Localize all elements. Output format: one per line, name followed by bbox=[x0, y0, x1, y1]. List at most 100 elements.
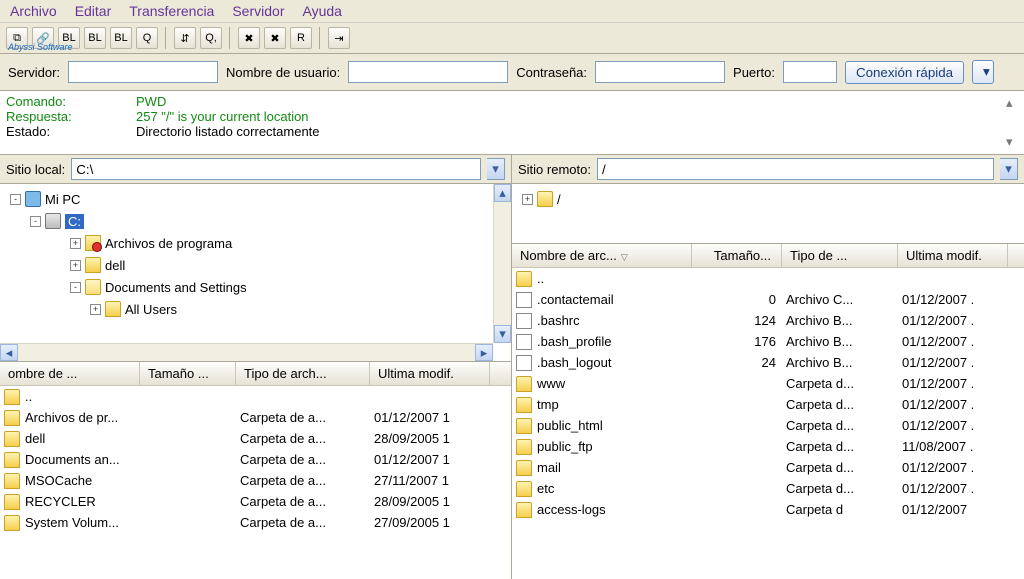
toolbar-button-6[interactable]: ⇵ bbox=[174, 27, 196, 49]
file-name: .bash_logout bbox=[537, 355, 611, 370]
tree-node-label[interactable]: dell bbox=[105, 258, 125, 273]
tree-node[interactable]: + Archivos de programa bbox=[6, 232, 507, 254]
scroll-right-icon[interactable]: ▸ bbox=[475, 344, 493, 361]
column-header[interactable]: ombre de ... bbox=[0, 362, 140, 385]
file-name: access-logs bbox=[537, 502, 606, 517]
tree-node-label[interactable]: All Users bbox=[125, 302, 177, 317]
tree-node[interactable]: - Documents and Settings bbox=[6, 276, 507, 298]
pass-input[interactable] bbox=[595, 61, 725, 83]
file-type: Carpeta d... bbox=[786, 439, 902, 454]
tree-expander[interactable]: - bbox=[70, 282, 81, 293]
file-name: MSOCache bbox=[25, 473, 92, 488]
file-modified: 01/12/2007 . bbox=[902, 313, 1012, 328]
list-item[interactable]: Archivos de pr...Carpeta de a...01/12/20… bbox=[0, 407, 511, 428]
file-name: dell bbox=[25, 431, 45, 446]
tree-expander[interactable]: + bbox=[90, 304, 101, 315]
log-text: PWD bbox=[136, 94, 166, 109]
list-item[interactable]: System Volum...Carpeta de a...27/09/2005… bbox=[0, 512, 511, 533]
column-header[interactable]: Tamaño... bbox=[692, 244, 782, 267]
list-item[interactable]: mailCarpeta d...01/12/2007 . bbox=[512, 457, 1024, 478]
tree-node-label[interactable]: Mi PC bbox=[45, 192, 80, 207]
toolbar-button-5[interactable]: Q bbox=[136, 27, 158, 49]
toolbar-button-9[interactable]: ✖ bbox=[264, 27, 286, 49]
tree-expander[interactable]: + bbox=[70, 260, 81, 271]
tree-expander[interactable]: - bbox=[30, 216, 41, 227]
tree-node[interactable]: + dell bbox=[6, 254, 507, 276]
tree-node-label[interactable]: / bbox=[557, 192, 561, 207]
watermark-text: Abyssi Software bbox=[8, 42, 73, 52]
list-item[interactable]: .bash_profile176Archivo B...01/12/2007 . bbox=[512, 331, 1024, 352]
tree-node[interactable]: - Mi PC bbox=[6, 188, 507, 210]
toolbar-button-4[interactable]: BL bbox=[110, 27, 132, 49]
scroll-up-icon[interactable]: ▴ bbox=[1006, 95, 1020, 111]
list-item[interactable]: .. bbox=[0, 386, 511, 407]
file-modified: 28/09/2005 1 bbox=[374, 494, 494, 509]
remote-tree[interactable]: + / bbox=[512, 184, 1024, 244]
file-type: Carpeta de a... bbox=[240, 473, 374, 488]
list-item[interactable]: access-logsCarpeta d01/12/2007 bbox=[512, 499, 1024, 520]
tree-node[interactable]: - C: bbox=[6, 210, 507, 232]
scroll-down-icon[interactable]: ▾ bbox=[494, 325, 511, 343]
list-item[interactable]: .contactemail0Archivo C...01/12/2007 . bbox=[512, 289, 1024, 310]
toolbar-button-8[interactable]: ✖ bbox=[238, 27, 260, 49]
column-header[interactable]: Tipo de ... bbox=[782, 244, 898, 267]
column-header[interactable]: Nombre de arc...▽ bbox=[512, 244, 692, 267]
quick-connect-history-button[interactable]: ▾ bbox=[972, 60, 994, 84]
user-input[interactable] bbox=[348, 61, 508, 83]
list-item[interactable]: MSOCacheCarpeta de a...27/11/2007 1 bbox=[0, 470, 511, 491]
toolbar-button-10[interactable]: R bbox=[290, 27, 312, 49]
menu-archivo[interactable]: Archivo bbox=[10, 3, 57, 19]
file-name: tmp bbox=[537, 397, 559, 412]
list-item[interactable]: wwwCarpeta d...01/12/2007 . bbox=[512, 373, 1024, 394]
menu-ayuda[interactable]: Ayuda bbox=[302, 3, 341, 19]
column-header[interactable]: Ultima modif. bbox=[370, 362, 490, 385]
tree-expander[interactable]: - bbox=[10, 194, 21, 205]
list-item[interactable]: dellCarpeta de a...28/09/2005 1 bbox=[0, 428, 511, 449]
menu-transferencia[interactable]: Transferencia bbox=[129, 3, 214, 19]
tree-node-label[interactable]: Archivos de programa bbox=[105, 236, 232, 251]
tree-expander[interactable]: + bbox=[70, 238, 81, 249]
file-type: Carpeta d... bbox=[786, 376, 902, 391]
file-type: Carpeta d... bbox=[786, 418, 902, 433]
toolbar-button-11[interactable]: ⇥ bbox=[328, 27, 350, 49]
tree-node-label[interactable]: C: bbox=[65, 214, 84, 229]
port-input[interactable] bbox=[783, 61, 837, 83]
pc-icon bbox=[25, 191, 41, 207]
remote-path-input[interactable] bbox=[597, 158, 994, 180]
scroll-down-icon[interactable]: ▾ bbox=[1006, 134, 1020, 150]
list-item[interactable]: public_htmlCarpeta d...01/12/2007 . bbox=[512, 415, 1024, 436]
local-tree[interactable]: -Mi PC-C:+Archivos de programa+dell-Docu… bbox=[0, 184, 511, 362]
toolbar-button-3[interactable]: BL bbox=[84, 27, 106, 49]
list-item[interactable]: .bashrc124Archivo B...01/12/2007 . bbox=[512, 310, 1024, 331]
list-item[interactable]: .. bbox=[512, 268, 1024, 289]
log-label: Comando: bbox=[6, 94, 136, 109]
toolbar-button-7[interactable]: Q, bbox=[200, 27, 222, 49]
column-header[interactable]: Ultima modif. bbox=[898, 244, 1008, 267]
column-header[interactable]: Tipo de arch... bbox=[236, 362, 370, 385]
menu-servidor[interactable]: Servidor bbox=[232, 3, 284, 19]
remote-file-list[interactable]: Nombre de arc...▽Tamaño...Tipo de ...Ult… bbox=[512, 244, 1024, 579]
list-item[interactable]: Documents an...Carpeta de a...01/12/2007… bbox=[0, 449, 511, 470]
list-item[interactable]: etcCarpeta d...01/12/2007 . bbox=[512, 478, 1024, 499]
scroll-up-icon[interactable]: ▴ bbox=[494, 184, 511, 202]
remote-path-dropdown[interactable]: ▾ bbox=[1000, 158, 1018, 180]
tree-node-label[interactable]: Documents and Settings bbox=[105, 280, 247, 295]
folder-icon bbox=[516, 481, 532, 497]
local-path-dropdown[interactable]: ▾ bbox=[487, 158, 505, 180]
file-name: System Volum... bbox=[25, 515, 119, 530]
list-item[interactable]: tmpCarpeta d...01/12/2007 . bbox=[512, 394, 1024, 415]
quick-connect-button[interactable]: Conexión rápida bbox=[845, 61, 964, 84]
server-input[interactable] bbox=[68, 61, 218, 83]
local-file-list[interactable]: ombre de ...Tamaño ...Tipo de arch...Ult… bbox=[0, 362, 511, 579]
tree-expander[interactable]: + bbox=[522, 194, 533, 205]
local-path-input[interactable] bbox=[71, 158, 481, 180]
list-item[interactable]: RECYCLERCarpeta de a...28/09/2005 1 bbox=[0, 491, 511, 512]
column-header[interactable]: Tamaño ... bbox=[140, 362, 236, 385]
scroll-left-icon[interactable]: ◂ bbox=[0, 344, 18, 361]
menu-editar[interactable]: Editar bbox=[75, 3, 112, 19]
list-item[interactable]: public_ftpCarpeta d...11/08/2007 . bbox=[512, 436, 1024, 457]
file-modified: 01/12/2007 bbox=[902, 502, 1012, 517]
list-item[interactable]: .bash_logout24Archivo B...01/12/2007 . bbox=[512, 352, 1024, 373]
tree-node[interactable]: + All Users bbox=[6, 298, 507, 320]
menu-bar: Archivo Editar Transferencia Servidor Ayuda bbox=[0, 0, 1024, 23]
